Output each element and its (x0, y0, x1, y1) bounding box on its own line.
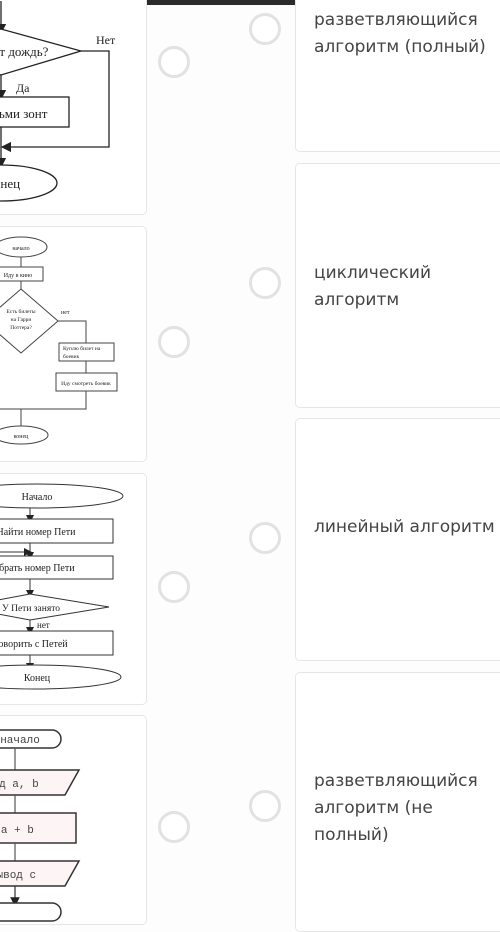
input-text: ввод a, b (0, 779, 39, 791)
answer-text-2: циклический алгоритм (314, 263, 432, 310)
flowchart-linear: начало ввод a, b c = 2 * a + b вывод c (0, 729, 81, 922)
right-radio-2[interactable] (249, 267, 281, 299)
step1-text: Найти номер Пети (0, 527, 76, 538)
action-text: Возьми зонт (0, 106, 48, 121)
no-label: нет (37, 620, 50, 630)
right-radio-3[interactable] (249, 522, 281, 554)
action1-line2: боевик (63, 353, 80, 360)
step2-text: Набрать номер Пети (0, 563, 75, 574)
decision-line2: на Гарри (11, 317, 32, 323)
flowchart-cinema: начало Иду в кино Есть билеты на Гарри П… (0, 236, 118, 445)
left-card-2: начало Иду в кино Есть билеты на Гарри П… (0, 226, 147, 462)
step1-text: Иду в кино (4, 273, 33, 279)
left-radio-3[interactable] (158, 571, 190, 603)
yes-label: Да (16, 81, 30, 95)
start-text: Начало (22, 492, 53, 503)
answer-card-3[interactable]: линейный алгоритм (295, 418, 500, 661)
no-label: нет (61, 310, 70, 316)
no-label: Нет (96, 33, 116, 47)
right-radio-4[interactable] (249, 790, 281, 822)
output-text: вывод c (0, 870, 36, 882)
left-card-1: Идет дождь? Нет Да Возьми зонт Конец (0, 0, 147, 215)
answer-text-1: разветвляющийся алгоритм (полный) (314, 10, 486, 57)
end-text: Конец (24, 673, 51, 684)
flowchart-phone: Начало Найти номер Пети Набрать номер Пе… (0, 483, 124, 690)
left-card-4: начало ввод a, b c = 2 * a + b вывод c (0, 715, 147, 925)
left-radio-4[interactable] (158, 811, 190, 843)
left-radio-2[interactable] (158, 326, 190, 358)
answer-card-4[interactable]: разветвляющийся алгоритм (не полный) (295, 672, 500, 932)
answer-text-3: линейный алгоритм (314, 517, 495, 537)
decision-line3: Поттера? (10, 325, 32, 331)
flowchart-umbrella: Идет дождь? Нет Да Возьми зонт Конец (0, 1, 116, 202)
answer-card-2[interactable]: циклический алгоритм (295, 163, 500, 408)
action1-line1: Куплю билет на (63, 345, 101, 352)
answer-card-1[interactable]: разветвляющийся алгоритм (полный) (295, 0, 500, 152)
end-text: Конец (0, 176, 20, 191)
decision-line1: Есть билеты (6, 308, 35, 315)
answer-text-4: разветвляющийся алгоритм (не полный) (314, 771, 478, 845)
start-text: начало (0, 735, 40, 747)
start-text: начало (12, 246, 29, 252)
step3-text: Поговорить с Петей (0, 639, 68, 650)
left-card-3: Начало Найти номер Пети Набрать номер Пе… (0, 473, 147, 705)
end-text: конец (14, 434, 29, 440)
decision-text: Идет дождь? (0, 44, 49, 59)
process-text: c = 2 * a + b (0, 825, 34, 837)
left-radio-1[interactable] (158, 46, 190, 78)
action2-text: Иду смотреть боевик (61, 380, 111, 387)
right-radio-1[interactable] (249, 13, 281, 45)
decision-text: У Пети занято (2, 604, 60, 614)
